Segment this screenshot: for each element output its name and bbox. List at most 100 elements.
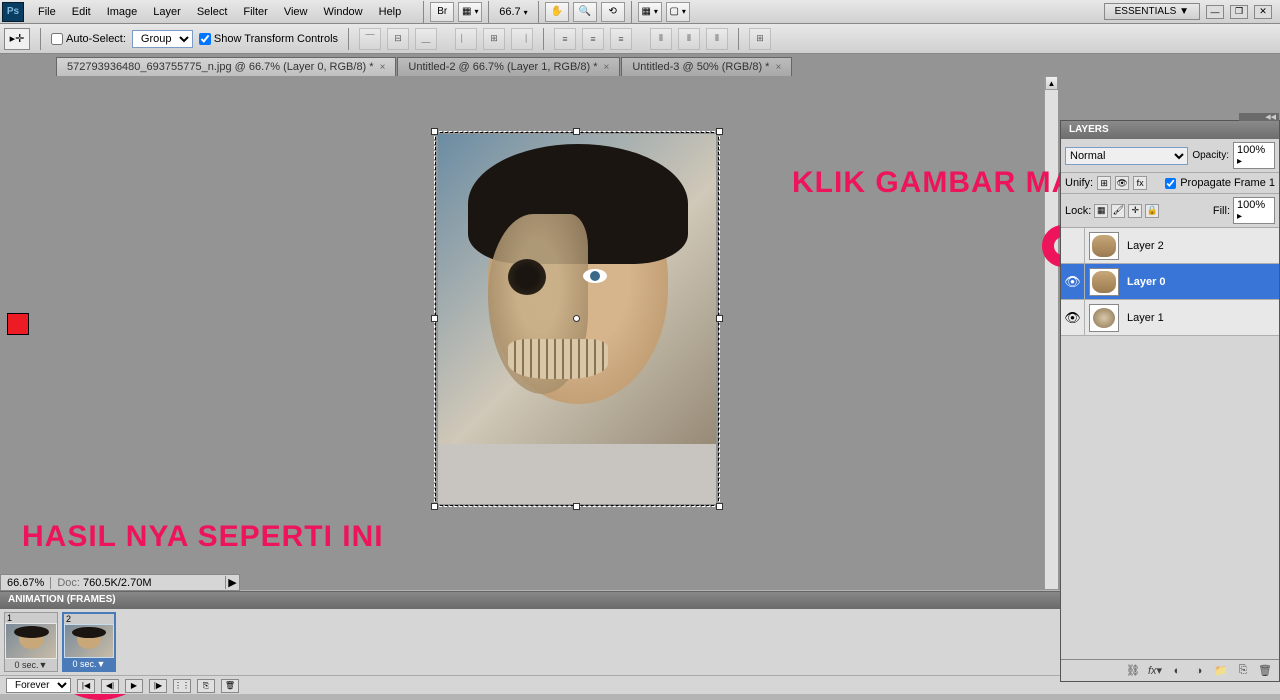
menu-layer[interactable]: Layer [145,1,189,23]
lock-position-button[interactable]: ✛ [1128,204,1142,218]
opacity-input[interactable]: 100% ▸ [1233,142,1275,169]
status-doc-info[interactable]: Doc: 760.5K/2.70M [51,577,225,589]
lock-transparency-button[interactable]: ▦ [1094,204,1108,218]
foreground-color[interactable] [7,313,29,335]
zoom-level-display[interactable]: 66.7▾ [493,6,533,18]
menu-select[interactable]: Select [189,1,236,23]
layer-name[interactable]: Layer 1 [1123,312,1164,324]
transform-bounding-box[interactable] [435,132,719,506]
transform-handle[interactable] [573,128,580,135]
layer-style-button[interactable]: fx▾ [1145,663,1165,679]
propagate-frame-checkbox[interactable] [1165,178,1176,189]
layer-thumbnail[interactable] [1089,268,1119,296]
layer-visibility-toggle[interactable]: 👁 [1061,300,1085,335]
transform-handle[interactable] [716,315,723,322]
menu-window[interactable]: Window [316,1,371,23]
auto-align-button[interactable]: ⊞ [749,28,771,50]
auto-select-checkbox[interactable]: Auto-Select: [51,33,126,45]
layer-visibility-toggle[interactable] [1061,228,1085,263]
layer-name[interactable]: Layer 2 [1123,240,1164,252]
distribute-hcenter-button[interactable]: ⦀ [678,28,700,50]
loop-dropdown[interactable]: Forever [6,678,71,693]
panel-collapse-button[interactable]: ◀◀ [1239,113,1279,121]
menu-image[interactable]: Image [99,1,146,23]
menu-filter[interactable]: Filter [235,1,275,23]
status-zoom[interactable]: 66.67% [1,577,51,589]
duplicate-frame-button[interactable]: ⎘ [197,679,215,693]
transform-handle[interactable] [573,503,580,510]
app-logo[interactable]: Ps [2,2,24,22]
fill-input[interactable]: 100% ▸ [1233,197,1275,224]
view-extras-button[interactable]: ▦▾ [458,2,482,22]
layers-panel-header[interactable]: LAYERS [1061,121,1279,139]
restore-button[interactable]: ❐ [1230,5,1248,19]
lock-pixels-button[interactable]: 🖌 [1111,204,1125,218]
menu-file[interactable]: File [30,1,64,23]
layer-group-button[interactable]: 📁 [1211,663,1231,679]
layer-item[interactable]: 👁 Layer 1 [1061,300,1279,336]
transform-handle[interactable] [716,128,723,135]
play-button[interactable]: ▶ [125,679,143,693]
current-tool-icon[interactable]: ▸✛ [4,28,30,50]
launch-bridge-button[interactable]: Br [430,2,454,22]
transform-center[interactable] [573,315,580,322]
distribute-vcenter-button[interactable]: ≡ [582,28,604,50]
close-app-button[interactable]: ✕ [1254,5,1272,19]
align-bottom-button[interactable]: ⎽ [415,28,437,50]
distribute-bottom-button[interactable]: ≡ [610,28,632,50]
arrange-documents-button[interactable]: ▦▾ [638,2,662,22]
transform-handle[interactable] [431,128,438,135]
menu-view[interactable]: View [276,1,316,23]
align-left-button[interactable]: ⎸ [455,28,477,50]
unify-visibility-button[interactable]: 👁 [1115,176,1129,190]
tween-button[interactable]: ⋮⋮ [173,679,191,693]
align-hcenter-button[interactable]: ⊞ [483,28,505,50]
vertical-scrollbar[interactable]: ▲ [1044,76,1058,589]
frame-delay-button[interactable]: 0 sec.▼ [64,658,114,670]
transform-handle[interactable] [431,315,438,322]
first-frame-button[interactable]: |◀ [77,679,95,693]
lock-all-button[interactable]: 🔒 [1145,204,1159,218]
layer-visibility-toggle[interactable]: 👁 [1061,264,1085,299]
hand-tool-button[interactable]: ✋ [545,2,569,22]
distribute-right-button[interactable]: ⦀ [706,28,728,50]
document-tab[interactable]: 572793936480_693755775_n.jpg @ 66.7% (La… [56,57,396,76]
blend-mode-dropdown[interactable]: Normal [1065,147,1188,165]
animation-frame[interactable]: 1 0 sec.▼ [4,612,58,672]
align-vcenter-button[interactable]: ⊟ [387,28,409,50]
distribute-left-button[interactable]: ⦀ [650,28,672,50]
transform-handle[interactable] [716,503,723,510]
layer-item[interactable]: 👁 Layer 0 [1061,264,1279,300]
zoom-tool-button[interactable]: 🔍 [573,2,597,22]
auto-select-mode-dropdown[interactable]: Group [132,30,193,48]
layer-thumbnail[interactable] [1089,232,1119,260]
layer-item[interactable]: Layer 2 [1061,228,1279,264]
layer-name[interactable]: Layer 0 [1123,276,1166,288]
workspace-switcher[interactable]: ESSENTIALS ▼ [1104,3,1200,20]
status-menu-button[interactable]: ▶ [225,576,239,589]
show-transform-checkbox[interactable]: Show Transform Controls [199,33,338,45]
minimize-button[interactable]: — [1206,5,1224,19]
close-tab-icon[interactable]: × [775,62,781,73]
new-layer-button[interactable]: ⎘ [1233,663,1253,679]
document-tab[interactable]: Untitled-2 @ 66.7% (Layer 1, RGB/8) * × [397,57,620,76]
scroll-up-button[interactable]: ▲ [1045,76,1058,90]
menu-help[interactable]: Help [371,1,410,23]
close-tab-icon[interactable]: × [380,62,386,73]
rotate-view-button[interactable]: ⟲ [601,2,625,22]
distribute-top-button[interactable]: ≡ [554,28,576,50]
delete-frame-button[interactable]: 🗑 [221,679,239,693]
unify-position-button[interactable]: ⊞ [1097,176,1111,190]
next-frame-button[interactable]: |▶ [149,679,167,693]
screen-mode-button[interactable]: ▢▾ [666,2,690,22]
align-right-button[interactable]: ⎹ [511,28,533,50]
align-top-button[interactable]: ⎺ [359,28,381,50]
animation-frame[interactable]: 2 0 sec.▼ [62,612,116,672]
layer-mask-button[interactable]: ◐ [1167,663,1187,679]
unify-style-button[interactable]: fx [1133,176,1147,190]
menu-edit[interactable]: Edit [64,1,99,23]
link-layers-button[interactable]: ⛓ [1123,663,1143,679]
delete-layer-button[interactable]: 🗑 [1255,663,1275,679]
frame-delay-button[interactable]: 0 sec.▼ [5,659,57,671]
adjustment-layer-button[interactable]: ◑ [1189,663,1209,679]
